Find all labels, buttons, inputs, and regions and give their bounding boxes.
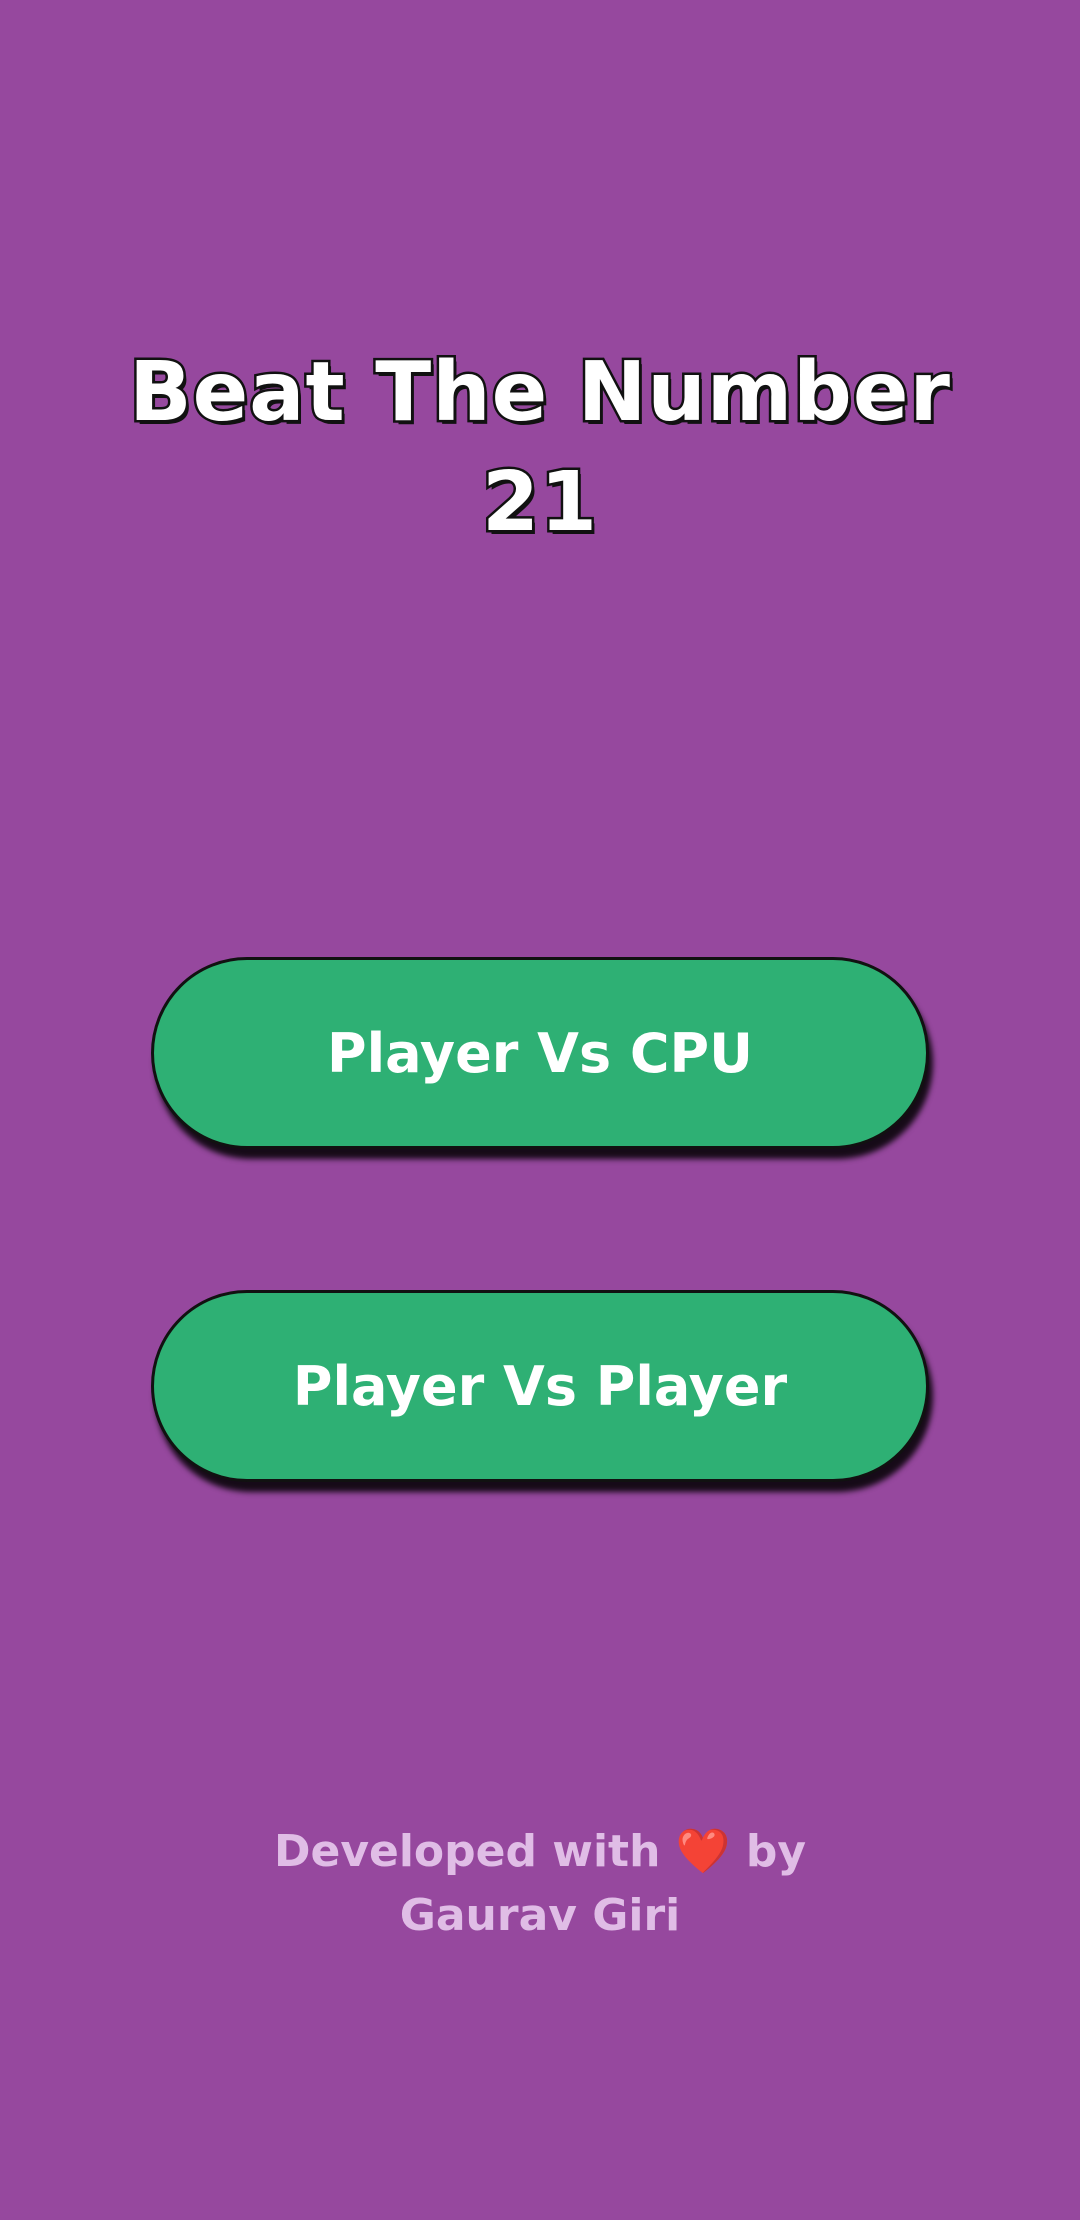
credit-line1: Developed with ❤️ by — [0, 1820, 1080, 1884]
game-title-line2: 21 — [479, 453, 599, 553]
player-vs-player-button[interactable]: Player Vs Player — [151, 1290, 929, 1482]
heart-icon: ❤️ — [675, 1826, 731, 1877]
player-vs-cpu-label: Player Vs CPU — [327, 1021, 753, 1085]
developer-credit: Developed with ❤️ by Gaurav Giri — [0, 1820, 1080, 1948]
player-vs-player-label: Player Vs Player — [292, 1354, 788, 1418]
main-menu-screen: Beat The Number 21 Player Vs CPU Player … — [0, 0, 1080, 2220]
credit-prefix: Developed with — [273, 1826, 661, 1877]
game-title: Beat The Number 21 — [0, 338, 1080, 558]
credit-suffix: by — [745, 1826, 807, 1877]
player-vs-cpu-button[interactable]: Player Vs CPU — [151, 957, 929, 1149]
game-title-line1: Beat The Number — [127, 343, 953, 443]
credit-author: Gaurav Giri — [399, 1890, 681, 1941]
